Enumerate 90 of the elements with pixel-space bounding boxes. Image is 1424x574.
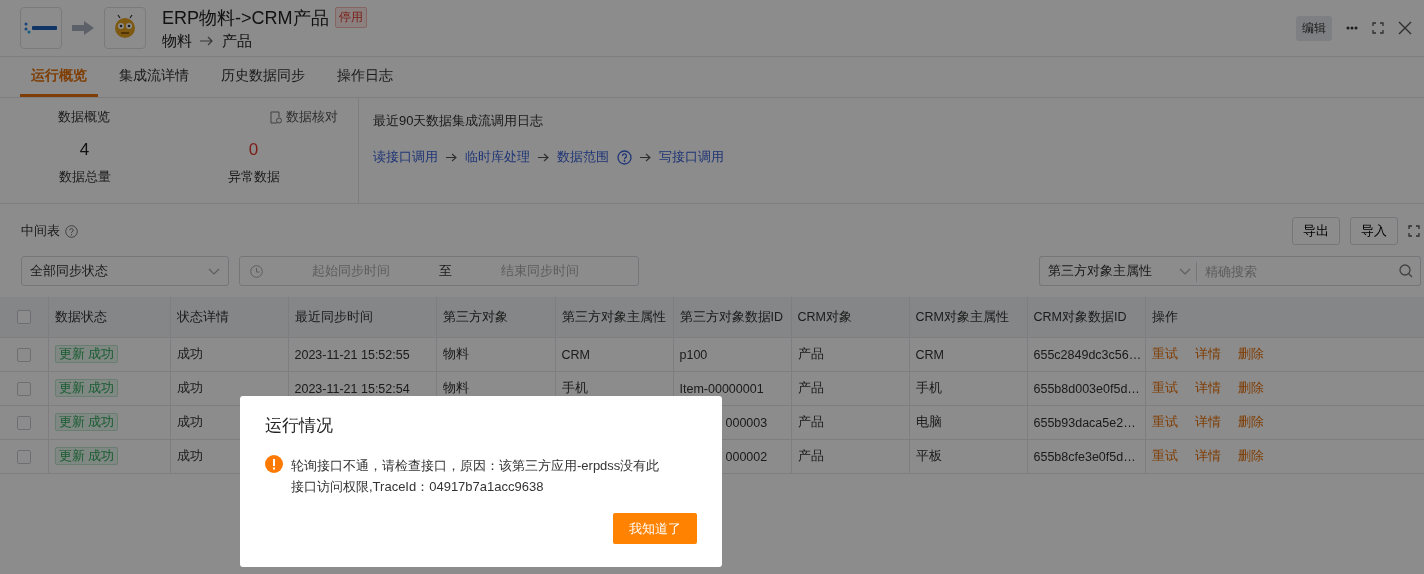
stat-value: 4 bbox=[79, 140, 90, 160]
table-cell: 电脑 bbox=[909, 405, 1027, 440]
table-cell: 成功 bbox=[170, 337, 288, 372]
action-link[interactable]: 详情 bbox=[1194, 347, 1221, 361]
checkbox[interactable] bbox=[16, 449, 31, 464]
chevron-down-icon bbox=[208, 267, 220, 275]
step-link[interactable]: 写接口调用 bbox=[659, 148, 724, 166]
source-object: 物料 bbox=[162, 31, 192, 51]
table-cell: 平板 bbox=[909, 439, 1027, 474]
action-link[interactable]: 删除 bbox=[1237, 449, 1264, 463]
column-header: 数据状态 bbox=[48, 297, 170, 338]
table-cell: 物料 bbox=[436, 337, 555, 372]
action-link[interactable]: 重试 bbox=[1151, 381, 1178, 395]
document-icon bbox=[270, 110, 282, 124]
status-tag: 停用 bbox=[334, 7, 367, 28]
action-link[interactable]: 删除 bbox=[1237, 347, 1264, 361]
table-cell: 655b93daca5e2… bbox=[1027, 405, 1145, 440]
stat-label: 异常数据 bbox=[227, 168, 280, 186]
step-link[interactable]: 读接口调用 bbox=[373, 148, 438, 166]
table-cell: 手机 bbox=[909, 371, 1027, 406]
close-icon[interactable] bbox=[1398, 21, 1412, 35]
table-cell: 产品 bbox=[791, 405, 909, 440]
more-icon[interactable] bbox=[1346, 26, 1358, 30]
column-header: CRM对象 bbox=[791, 297, 909, 338]
help-icon[interactable] bbox=[617, 149, 632, 165]
step-link[interactable]: 数据范围 bbox=[557, 148, 609, 166]
column-header: CRM对象主属性 bbox=[909, 297, 1027, 338]
table-cell: 产品 bbox=[791, 337, 909, 372]
table-cell: 655b8d003e0f5d… bbox=[1027, 371, 1145, 406]
table-cell: 655c2849dc3c56… bbox=[1027, 337, 1145, 372]
tab[interactable]: 操作日志 bbox=[326, 57, 404, 97]
edit-button[interactable]: 编辑 bbox=[1296, 15, 1332, 41]
action-link[interactable]: 删除 bbox=[1237, 381, 1264, 395]
action-link[interactable]: 详情 bbox=[1194, 449, 1221, 463]
section-title: 中间表 bbox=[21, 222, 60, 240]
flow-title: ERP物料->CRM产品 bbox=[162, 6, 329, 30]
table-cell: CRM bbox=[555, 337, 673, 372]
action-link[interactable]: 重试 bbox=[1151, 347, 1178, 361]
warning-icon bbox=[265, 455, 283, 473]
fullscreen-icon[interactable] bbox=[1408, 225, 1420, 237]
action-link[interactable]: 重试 bbox=[1151, 449, 1178, 463]
table-cell: CRM bbox=[909, 337, 1027, 372]
dots-logo-icon bbox=[23, 21, 59, 35]
action-link[interactable]: 重试 bbox=[1151, 415, 1178, 429]
status-dropdown[interactable]: 全部同步状态 bbox=[21, 256, 229, 286]
column-header: 第三方对象主属性 bbox=[555, 297, 673, 338]
table-cell: 2023-11-21 15:52:55 bbox=[288, 337, 436, 372]
column-header: 第三方对象 bbox=[436, 297, 555, 338]
table-cell: 产品 bbox=[791, 371, 909, 406]
checkbox[interactable] bbox=[16, 310, 31, 324]
checkbox[interactable] bbox=[16, 347, 31, 362]
status-tag: 更新 成功 bbox=[54, 447, 118, 465]
checkbox[interactable] bbox=[16, 415, 31, 430]
table-cell: 产品 bbox=[791, 439, 909, 474]
arrow-right-icon bbox=[446, 152, 457, 162]
action-link[interactable]: 详情 bbox=[1194, 381, 1221, 395]
section-title: 数据概览 bbox=[58, 108, 110, 126]
toolbar-button[interactable]: 导出 bbox=[1292, 217, 1340, 245]
column-header: 操作 bbox=[1145, 297, 1424, 338]
tab[interactable]: 历史数据同步 bbox=[210, 57, 316, 97]
checkbox[interactable] bbox=[16, 381, 31, 396]
clock-icon bbox=[250, 264, 263, 278]
dialog-message: 轮询接口不通，请检查接口，原因：该第三方应用-erpdss没有此接口访问权限,TraceId：04917b7a1acc9638 bbox=[291, 457, 661, 496]
column-header: 状态详情 bbox=[170, 297, 288, 338]
tab[interactable]: 运行概览 bbox=[20, 57, 98, 97]
table-cell: p100 bbox=[673, 337, 791, 372]
status-tag: 更新 成功 bbox=[54, 345, 118, 363]
arrow-right-icon bbox=[538, 152, 549, 162]
step-link[interactable]: 临时库处理 bbox=[465, 148, 530, 166]
status-tag: 更新 成功 bbox=[54, 413, 118, 431]
stat-value: 0 bbox=[248, 140, 259, 160]
confirm-button[interactable]: 我知道了 bbox=[613, 513, 697, 544]
action-link[interactable]: 详情 bbox=[1194, 415, 1221, 429]
stat-label: 数据总量 bbox=[58, 168, 111, 186]
table-cell: 655b8cfe3e0f5d… bbox=[1027, 439, 1145, 474]
fullscreen-icon[interactable] bbox=[1372, 22, 1384, 34]
column-header: 第三方对象数据ID bbox=[673, 297, 791, 338]
action-link[interactable]: 删除 bbox=[1237, 415, 1264, 429]
toolbar-button[interactable]: 导入 bbox=[1350, 217, 1398, 245]
arrow-right-icon bbox=[640, 152, 651, 162]
log-title: 最近90天数据集成流调用日志 bbox=[373, 112, 545, 130]
arrow-icon bbox=[72, 21, 94, 35]
help-icon[interactable] bbox=[65, 224, 78, 238]
status-tag: 更新 成功 bbox=[54, 379, 118, 397]
target-object: 产品 bbox=[222, 31, 252, 51]
check-link[interactable]: 数据核对 bbox=[286, 108, 338, 126]
tab[interactable]: 集成流详情 bbox=[108, 57, 200, 97]
column-header: CRM对象数据ID bbox=[1027, 297, 1145, 338]
arrow-right-icon bbox=[200, 36, 214, 46]
column-header: 最近同步时间 bbox=[288, 297, 436, 338]
